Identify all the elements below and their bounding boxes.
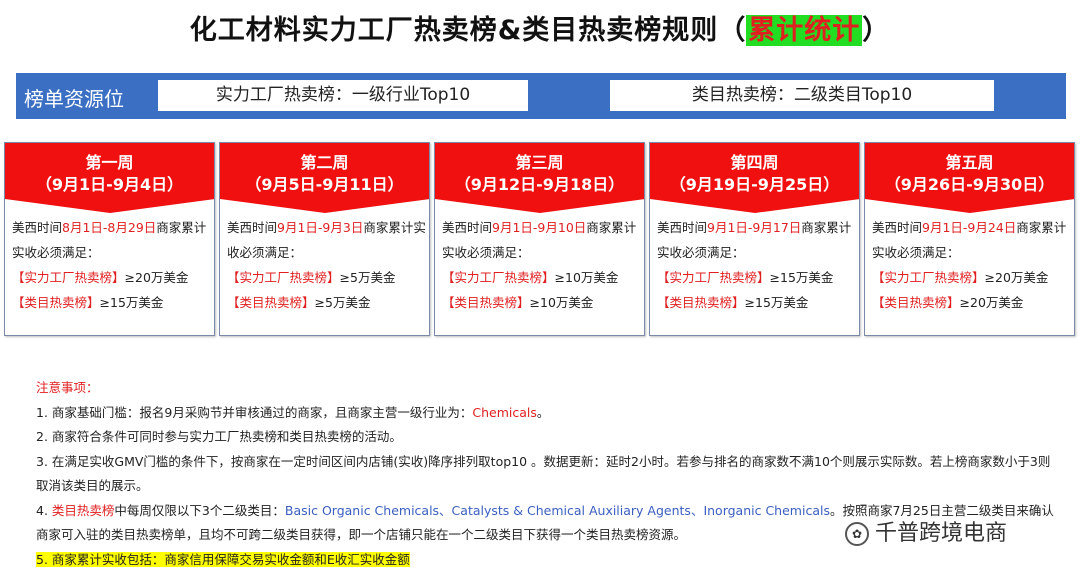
factory-label: 【实力工厂热卖榜】	[227, 270, 340, 285]
factory-label: 【实力工厂热卖榜】	[442, 270, 555, 285]
week-body: 美西时间9月1日-9月17日商家累计实收必须满足： 【实力工厂热卖榜】≥15万美…	[657, 215, 857, 315]
note-4-categories: Basic Organic Chemicals、Catalysts & Chem…	[284, 502, 830, 518]
watermark-text: 千普跨境电商	[875, 521, 1008, 546]
week-range: （9月5日-9月11日）	[245, 175, 404, 194]
title-close: ）	[862, 15, 891, 46]
note-4-num: 4.	[36, 502, 52, 518]
week-header: 第一周 （9月1日-9月4日）	[5, 143, 214, 199]
week-header-arrow	[220, 199, 430, 213]
title-main: 化工材料实力工厂热卖榜&类目热卖榜规则（	[189, 15, 747, 46]
time-window: 9月1日-9月24日	[922, 220, 1017, 235]
time-prefix: 美西时间	[227, 220, 278, 235]
week-header: 第二周 （9月5日-9月11日）	[220, 143, 429, 199]
week-range: （9月1日-9月4日）	[35, 175, 184, 194]
note-5: 5. 商家累计实收包括：商家信用保障交易实收金额和E收汇实收金额	[36, 548, 1061, 573]
week-range: （9月19日-9月25日）	[669, 175, 840, 194]
week-header-arrow	[435, 199, 645, 213]
time-prefix: 美西时间	[657, 220, 708, 235]
week-name: 第四周	[730, 153, 779, 172]
note-1: 1. 商家基础门槛：报名9月采购节并审核通过的商家，且商家主营一级行业为：Che…	[36, 401, 1061, 426]
week-card-4: 第四周 （9月19日-9月25日） 美西时间9月1日-9月17日商家累计实收必须…	[649, 142, 860, 336]
factory-threshold: ≥5万美金	[339, 270, 396, 285]
factory-threshold: ≥20万美金	[984, 270, 1049, 285]
category-label: 【类目热卖榜】	[12, 295, 100, 310]
time-prefix: 美西时间	[442, 220, 493, 235]
time-window: 8月1日-8月29日	[62, 220, 157, 235]
note-4-mid: 中每周仅限以下3个二级类目：	[114, 502, 285, 518]
note-5-text: 5. 商家累计实收包括：商家信用保障交易实收金额和E收汇实收金额	[36, 551, 410, 567]
time-prefix: 美西时间	[12, 220, 63, 235]
week-header-arrow	[5, 199, 215, 213]
week-card-5: 第五周 （9月26日-9月30日） 美西时间9月1日-9月24日商家累计实收必须…	[864, 142, 1075, 336]
factory-threshold: ≥10万美金	[554, 270, 619, 285]
time-window: 9月1日-9月10日	[492, 220, 587, 235]
week-name: 第一周	[85, 153, 134, 172]
time-prefix: 美西时间	[872, 220, 923, 235]
page-title: 化工材料实力工厂热卖榜&类目热卖榜规则（累计统计）	[0, 8, 1080, 47]
week-body: 美西时间9月1日-9月3日商家累计实收必须满足： 【实力工厂热卖榜】≥5万美金 …	[227, 215, 427, 315]
category-label: 【类目热卖榜】	[227, 295, 315, 310]
resource-label: 榜单资源位	[24, 87, 124, 111]
factory-threshold: ≥15万美金	[769, 270, 834, 285]
time-window: 9月1日-9月3日	[277, 220, 364, 235]
category-label: 【类目热卖榜】	[442, 295, 530, 310]
week-range: （9月26日-9月30日）	[884, 175, 1055, 194]
category-threshold: ≥15万美金	[744, 295, 809, 310]
week-header: 第四周 （9月19日-9月25日）	[650, 143, 859, 199]
week-name: 第二周	[300, 153, 349, 172]
week-header: 第三周 （9月12日-9月18日）	[435, 143, 644, 199]
resource-category-top10: 类目热卖榜：二级类目Top10	[610, 80, 994, 111]
week-card-3: 第三周 （9月12日-9月18日） 美西时间9月1日-9月10日商家累计实收必须…	[434, 142, 645, 336]
week-header: 第五周 （9月26日-9月30日）	[865, 143, 1074, 199]
week-body: 美西时间9月1日-9月24日商家累计实收必须满足： 【实力工厂热卖榜】≥20万美…	[872, 215, 1072, 315]
wechat-icon: ✿	[845, 522, 869, 546]
week-header-arrow	[865, 199, 1075, 213]
category-threshold: ≥5万美金	[314, 295, 371, 310]
week-name: 第五周	[945, 153, 994, 172]
watermark: ✿ 千普跨境电商	[845, 515, 1007, 547]
time-window: 9月1日-9月17日	[707, 220, 802, 235]
week-range: （9月12日-9月18日）	[454, 175, 625, 194]
factory-label: 【实力工厂热卖榜】	[12, 270, 125, 285]
week-card-2: 第二周 （9月5日-9月11日） 美西时间9月1日-9月3日商家累计实收必须满足…	[219, 142, 430, 336]
note-1-industry: Chemicals	[472, 404, 537, 420]
category-threshold: ≥15万美金	[99, 295, 164, 310]
note-1-text: 1. 商家基础门槛：报名9月采购节并审核通过的商家，且商家主营一级行业为：	[36, 404, 473, 420]
resource-factory-top10: 实力工厂热卖榜：一级行业Top10	[158, 80, 528, 111]
category-label: 【类目热卖榜】	[872, 295, 960, 310]
category-threshold: ≥10万美金	[529, 295, 594, 310]
note-3: 3. 在满足实收GMV门槛的条件下，按商家在一定时间区间内店铺(实收)降序排列取…	[36, 453, 1051, 494]
title-highlight: 累计统计	[746, 15, 863, 46]
week-card-1: 第一周 （9月1日-9月4日） 美西时间8月1日-8月29日商家累计实收必须满足…	[4, 142, 215, 336]
factory-label: 【实力工厂热卖榜】	[657, 270, 770, 285]
note-2: 2. 商家符合条件可同时参与实力工厂热卖榜和类目热卖榜的活动。	[36, 429, 402, 444]
resource-bar: 榜单资源位 实力工厂热卖榜：一级行业Top10 类目热卖榜：二级类目Top10	[16, 73, 1066, 119]
week-name: 第三周	[515, 153, 564, 172]
week-body: 美西时间8月1日-8月29日商家累计实收必须满足： 【实力工厂热卖榜】≥20万美…	[12, 215, 212, 315]
notes-heading: 注意事项：	[36, 380, 99, 395]
week-body: 美西时间9月1日-9月10日商家累计实收必须满足： 【实力工厂热卖榜】≥10万美…	[442, 215, 642, 315]
category-label: 【类目热卖榜】	[657, 295, 745, 310]
note-4-list-name: 类目热卖榜	[51, 502, 115, 518]
factory-label: 【实力工厂热卖榜】	[872, 270, 985, 285]
week-header-arrow	[650, 199, 860, 213]
category-threshold: ≥20万美金	[959, 295, 1024, 310]
factory-threshold: ≥20万美金	[124, 270, 189, 285]
note-1-end: 。	[536, 404, 550, 420]
